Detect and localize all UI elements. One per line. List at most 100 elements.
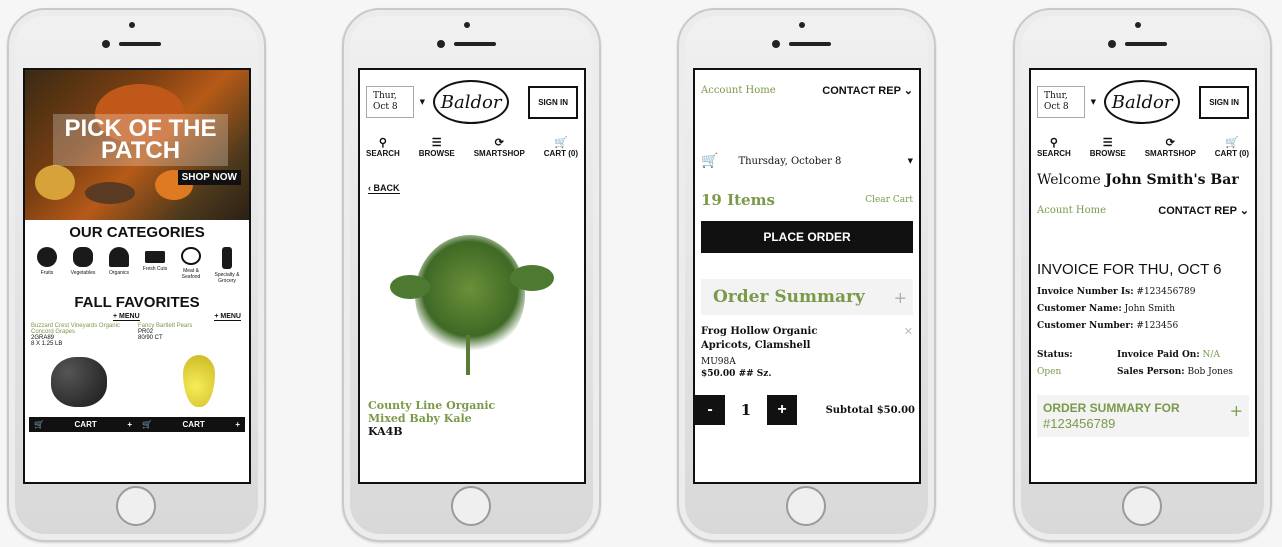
product-card-pears[interactable]: Fancy Bartlett Pears PR02 80/90 CT: [138, 323, 243, 347]
item-code: MU98A: [701, 357, 736, 367]
home-button[interactable]: [116, 486, 156, 526]
clear-cart-link[interactable]: Clear Cart: [865, 195, 913, 205]
status-value: Open: [1037, 367, 1062, 377]
category-fruits[interactable]: Fruits: [30, 247, 64, 284]
category-meat-seafood[interactable]: Meat & Seafood: [174, 247, 208, 284]
welcome-message: Welcome John Smith's Bar: [1037, 172, 1239, 188]
category-fresh-cuts[interactable]: Fresh Cuts: [138, 247, 172, 284]
pear-image: [183, 355, 215, 407]
date-selector[interactable]: Thur, Oct 8 ▼: [1037, 86, 1096, 118]
item-name: Frog Hollow Organic Apricots, Clamshell: [701, 326, 818, 351]
order-summary-header[interactable]: ORDER SUMMARY FOR #123456789 +: [1037, 395, 1249, 437]
steak-icon: [181, 247, 201, 265]
hero-title: PICK OF THE PATCH: [53, 114, 228, 166]
chevron-down-icon: ⌄: [1239, 205, 1249, 217]
item-price-size: $50.00 ## Sz.: [701, 369, 772, 379]
camera: [129, 22, 135, 28]
plus-icon: +: [235, 420, 240, 429]
contact-rep-dropdown[interactable]: CONTACT REP ⌄: [1158, 204, 1249, 217]
menu-links: + MENU + MENU: [25, 313, 249, 321]
increase-quantity-button[interactable]: +: [767, 395, 797, 425]
add-to-cart-button-1[interactable]: 🛒 CART +: [29, 417, 137, 432]
category-specialty-grocery[interactable]: Specialty & Grocery: [210, 247, 244, 284]
remove-item-icon[interactable]: ✕: [904, 325, 913, 353]
product-name[interactable]: Buzzard Crest Vineyards Organic Concord …: [31, 323, 136, 335]
delivery-date-selector[interactable]: 🛒 Thursday, October 8 ▼: [695, 97, 919, 169]
cart-icon: 🛒: [34, 420, 44, 429]
place-order-button[interactable]: PLACE ORDER: [701, 221, 913, 253]
screen: Thur, Oct 8 ▼ Baldor SIGN IN ⚲ SEARCH ☰ BR…: [1029, 68, 1257, 484]
screen: Account Home CONTACT REP ⌄ 🛒 Thursday, O…: [693, 68, 921, 484]
dropdown-icon: ▼: [419, 98, 425, 106]
apple-icon: [37, 247, 57, 267]
add-to-cart-button-2[interactable]: 🛒 CART +: [137, 417, 245, 432]
expand-icon: +: [1229, 401, 1243, 420]
date-selector[interactable]: Thur, Oct 8 ▼: [366, 86, 425, 118]
kale-image: [360, 215, 584, 395]
bottle-icon: [222, 247, 232, 269]
front-sensor: [102, 40, 110, 48]
phone-1: PICK OF THE PATCH SHOP NOW OUR CATEGORIE…: [7, 8, 266, 542]
back-link[interactable]: ‹ BACK: [368, 183, 400, 194]
nav-bar: ⚲ SEARCH ☰ BROWSE ⟳ SMARTSHOP 🛒 CART (0): [1031, 124, 1255, 159]
speaker: [119, 42, 161, 46]
nav-search[interactable]: ⚲ SEARCH: [366, 137, 400, 159]
account-home-link[interactable]: Acount Home: [1037, 205, 1106, 216]
category-vegetables[interactable]: Vegetables: [66, 247, 100, 284]
cart-icon: 🛒: [142, 420, 152, 429]
nav-smartshop[interactable]: ⟳ SMARTSHOP: [474, 138, 525, 159]
decrease-quantity-button[interactable]: -: [695, 395, 725, 425]
camera: [1135, 22, 1141, 28]
categories-heading: OUR CATEGORIES: [69, 224, 205, 241]
front-sensor: [437, 40, 445, 48]
search-icon: ⚲: [1049, 137, 1058, 149]
camera: [799, 22, 805, 28]
sign-in-button[interactable]: SIGN IN: [528, 85, 578, 119]
account-home-link[interactable]: Account Home: [701, 85, 776, 96]
chevron-down-icon: ⌄: [903, 85, 913, 97]
front-sensor: [772, 40, 780, 48]
cart-icon: 🛒: [554, 137, 568, 149]
speaker: [1125, 42, 1167, 46]
home-button[interactable]: [786, 486, 826, 526]
hero-banner[interactable]: PICK OF THE PATCH SHOP NOW: [25, 70, 249, 220]
menu-link-1[interactable]: + MENU: [113, 313, 140, 321]
baldor-logo[interactable]: Baldor: [1104, 80, 1181, 124]
category-organics[interactable]: Organics: [102, 247, 136, 284]
baldor-logo[interactable]: Baldor: [433, 80, 510, 124]
cart-icon: 🛒: [1225, 137, 1239, 149]
nav-browse[interactable]: ☰ BROWSE: [1090, 138, 1126, 159]
home-button[interactable]: [451, 486, 491, 526]
nav-cart[interactable]: 🛒 CART (0): [1215, 137, 1249, 159]
nav-browse[interactable]: ☰ BROWSE: [419, 138, 455, 159]
category-list: Fruits Vegetables Organics Fresh Cuts Me…: [25, 241, 249, 284]
search-icon: ⚲: [378, 137, 387, 149]
nav-bar: ⚲ SEARCH ☰ BROWSE ⟳ SMARTSHOP 🛒 CART (0): [360, 124, 584, 159]
order-summary-header[interactable]: Order Summary +: [701, 279, 913, 315]
dropdown-icon: ▼: [907, 157, 913, 165]
sign-in-button[interactable]: SIGN IN: [1199, 85, 1249, 119]
subtotal: Subtotal $50.00: [825, 404, 915, 416]
product-size: 80/90 CT: [138, 335, 163, 341]
refresh-icon: ⟳: [1165, 137, 1175, 149]
phone-3: Account Home CONTACT REP ⌄ 🛒 Thursday, O…: [677, 8, 936, 542]
front-sensor: [1108, 40, 1116, 48]
invoice-status: Status: Open Invoice Paid On: N/A Sales …: [1031, 335, 1255, 381]
cart-icon: 🛒: [701, 153, 719, 169]
nav-smartshop[interactable]: ⟳ SMARTSHOP: [1145, 137, 1196, 159]
screen: PICK OF THE PATCH SHOP NOW OUR CATEGORIE…: [23, 68, 251, 484]
speaker: [789, 42, 831, 46]
phone-2: Thur, Oct 8 ▼ Baldor SIGN IN ⚲ SEARCH ☰ BR…: [342, 8, 601, 542]
product-card-grapes[interactable]: Buzzard Crest Vineyards Organic Concord …: [31, 323, 136, 347]
home-button[interactable]: [1122, 486, 1162, 526]
nav-search[interactable]: ⚲ SEARCH: [1037, 137, 1071, 159]
sprout-icon: [109, 247, 129, 267]
menu-link-2[interactable]: + MENU: [214, 313, 241, 321]
quantity-value[interactable]: 1: [725, 401, 767, 419]
shop-now-button[interactable]: SHOP NOW: [177, 170, 241, 185]
contact-rep-dropdown[interactable]: CONTACT REP ⌄: [822, 84, 913, 97]
plus-icon: +: [127, 420, 132, 429]
camera: [464, 22, 470, 28]
nav-cart[interactable]: 🛒 CART (0): [544, 137, 578, 159]
speaker: [454, 42, 496, 46]
